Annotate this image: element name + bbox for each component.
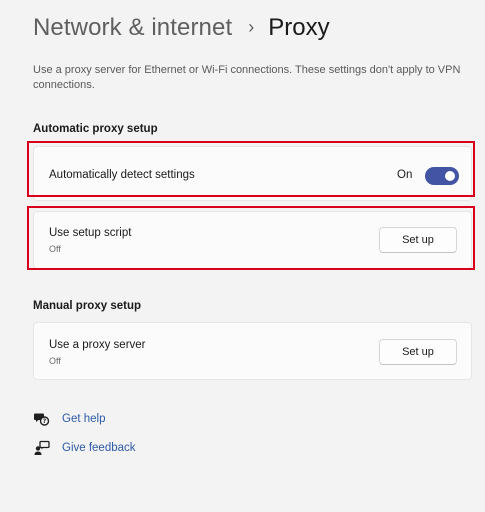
feedback-person-icon (33, 439, 51, 457)
toggle-knob (445, 171, 455, 181)
page-description: Use a proxy server for Ethernet or Wi-Fi… (33, 64, 461, 91)
breadcrumb: Network & internet › Proxy (33, 12, 330, 44)
help-chat-icon: ? (33, 410, 51, 428)
manual-proxy-heading: Manual proxy setup (33, 300, 141, 312)
give-feedback-link[interactable]: Give feedback (62, 442, 136, 454)
give-feedback-link-row[interactable]: Give feedback (33, 439, 136, 457)
proxy-server-label: Use a proxy server (49, 339, 146, 351)
proxy-server-set-up-button[interactable]: Set up (379, 339, 457, 365)
get-help-link[interactable]: Get help (62, 413, 105, 425)
page-title: Proxy (268, 14, 330, 41)
proxy-server-status: Off (49, 356, 61, 366)
setup-script-set-up-button[interactable]: Set up (379, 227, 457, 253)
proxy-server-card: Use a proxy server Off Set up (33, 322, 472, 380)
auto-detect-toggle-state: On (397, 169, 413, 181)
setup-script-label: Use setup script (49, 227, 132, 239)
setup-script-card: Use setup script Off Set up (33, 211, 472, 269)
breadcrumb-separator-icon: › (248, 16, 255, 37)
automatic-proxy-heading: Automatic proxy setup (33, 123, 158, 135)
get-help-link-row[interactable]: ? Get help (33, 410, 105, 428)
svg-text:?: ? (43, 418, 47, 425)
setup-script-status: Off (49, 244, 61, 254)
auto-detect-settings-card: Automatically detect settings On (33, 146, 472, 201)
auto-detect-settings-label: Automatically detect settings (49, 169, 195, 181)
auto-detect-toggle[interactable] (425, 167, 459, 185)
breadcrumb-network-internet[interactable]: Network & internet (33, 14, 232, 42)
